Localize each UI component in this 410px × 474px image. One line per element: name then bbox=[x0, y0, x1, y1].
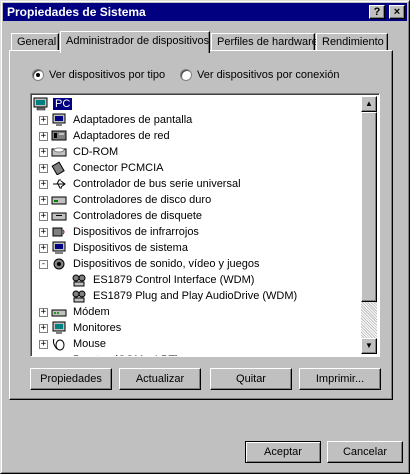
tab-hardware-profiles[interactable]: Perfiles de hardware bbox=[211, 33, 318, 51]
expand-icon[interactable]: + bbox=[39, 195, 48, 205]
tree-item-label: ES1879 Control Interface (WDM) bbox=[93, 274, 255, 286]
tree-category-row[interactable]: + Controladores de disquete bbox=[33, 208, 361, 224]
tree-category-row[interactable]: + Conector PCMCIA bbox=[33, 160, 361, 176]
tree-item-label: Puertos (COM y LPT) bbox=[71, 354, 181, 356]
floppy-controller-icon bbox=[51, 209, 67, 223]
tree-device-row[interactable]: ES1879 Control Interface (WDM) bbox=[33, 272, 361, 288]
expand-icon[interactable]: + bbox=[39, 211, 48, 221]
tree-item-label: Dispositivos de sistema bbox=[73, 242, 188, 254]
tree-item-label: Adaptadores de red bbox=[73, 130, 170, 142]
ok-button[interactable]: Aceptar bbox=[245, 441, 321, 463]
display-adapter-icon bbox=[51, 113, 67, 127]
tree-scrollbar[interactable]: ▲ ▼ bbox=[361, 96, 377, 354]
tree-item-label: Módem bbox=[73, 306, 110, 318]
view-by-type-label: Ver dispositivos por tipo bbox=[49, 69, 166, 81]
view-by-connection-option[interactable]: Ver dispositivos por conexión bbox=[180, 69, 339, 81]
tree-item-label: Dispositivos de sonido, vídeo y juegos bbox=[73, 258, 260, 270]
expand-icon[interactable]: + bbox=[39, 323, 48, 333]
expand-icon[interactable]: + bbox=[39, 243, 48, 253]
tree-root-pc[interactable]: PC bbox=[33, 96, 361, 112]
tree-category-row[interactable]: + Adaptadores de red bbox=[33, 128, 361, 144]
collapse-icon[interactable]: - bbox=[39, 259, 48, 269]
sound-video-icon bbox=[51, 257, 67, 271]
tree-item-label: CD-ROM bbox=[73, 146, 119, 158]
tree-category-row[interactable]: + Mouse bbox=[33, 336, 361, 352]
view-by-type-radio[interactable] bbox=[32, 69, 44, 81]
tree-category-row[interactable]: + Dispositivos de infrarrojos bbox=[33, 224, 361, 240]
tree-item-label: Monitores bbox=[73, 322, 122, 334]
usb-icon bbox=[51, 177, 67, 191]
tab-general[interactable]: General bbox=[11, 33, 59, 51]
tree-category-row[interactable]: + Adaptadores de pantalla bbox=[33, 112, 361, 128]
expand-icon[interactable]: + bbox=[39, 355, 48, 356]
tree-category-row[interactable]: + Monitores bbox=[33, 320, 361, 336]
tree-item-label: Mouse bbox=[73, 338, 107, 350]
device-manager-panel: Ver dispositivos por tipo Ver dispositiv… bbox=[9, 50, 393, 400]
expand-icon[interactable]: + bbox=[39, 339, 48, 349]
tree-category-row[interactable]: + Controlador de bus serie universal bbox=[33, 176, 361, 192]
help-button[interactable]: ? bbox=[369, 5, 385, 19]
expand-icon[interactable]: + bbox=[39, 163, 48, 173]
system-device-icon bbox=[51, 241, 67, 255]
computer-icon bbox=[33, 97, 49, 111]
tree-category-row[interactable]: + Dispositivos de sistema bbox=[33, 240, 361, 256]
expand-icon[interactable]: + bbox=[39, 179, 48, 189]
refresh-button[interactable]: Actualizar bbox=[119, 368, 201, 390]
tree-item-label: ES1879 Plug and Play AudioDrive (WDM) bbox=[93, 290, 298, 302]
cancel-button[interactable]: Cancelar bbox=[327, 441, 403, 463]
title-bar[interactable]: Propiedades de Sistema ? × bbox=[3, 3, 407, 21]
infrared-icon bbox=[51, 225, 67, 239]
print-button[interactable]: Imprimir... bbox=[299, 368, 381, 390]
tab-performance[interactable]: Rendimiento bbox=[316, 33, 388, 51]
hard-disk-controller-icon bbox=[51, 193, 67, 207]
pcmcia-icon bbox=[51, 161, 67, 175]
tree-category-row[interactable]: + CD-ROM bbox=[33, 144, 361, 160]
device-tree-list: PC + Adaptadores de pantalla + Adaptadores … bbox=[33, 96, 361, 356]
tree-category-row[interactable]: + Puertos (COM y LPT) bbox=[33, 352, 361, 356]
tree-root-label: PC bbox=[53, 98, 73, 110]
tree-category-row[interactable]: + Módem bbox=[33, 304, 361, 320]
mouse-icon bbox=[51, 337, 67, 351]
scroll-up-button[interactable]: ▲ bbox=[361, 96, 377, 112]
scroll-down-button[interactable]: ▼ bbox=[361, 338, 377, 354]
tab-device-manager[interactable]: Administrador de dispositivos bbox=[60, 31, 210, 53]
close-button[interactable]: × bbox=[389, 5, 405, 19]
system-properties-window: Propiedades de Sistema ? × General Admin… bbox=[0, 0, 410, 474]
tree-category-row[interactable]: - Dispositivos de sonido, vídeo y juegos bbox=[33, 256, 361, 272]
view-by-connection-label: Ver dispositivos por conexión bbox=[197, 69, 340, 81]
expand-icon[interactable]: + bbox=[39, 131, 48, 141]
tree-item-label: Conector PCMCIA bbox=[73, 162, 164, 174]
expand-icon[interactable]: + bbox=[39, 227, 48, 237]
view-by-connection-radio[interactable] bbox=[180, 69, 192, 81]
expand-icon[interactable]: + bbox=[39, 147, 48, 157]
tree-item-label: Controladores de disco duro bbox=[73, 194, 212, 206]
expand-icon[interactable]: + bbox=[39, 115, 48, 125]
device-tree[interactable]: PC + Adaptadores de pantalla + Adaptadores … bbox=[30, 93, 380, 357]
tree-item-label: Dispositivos de infrarrojos bbox=[73, 226, 199, 238]
scroll-thumb[interactable] bbox=[361, 112, 377, 302]
network-adapter-icon bbox=[51, 129, 67, 143]
view-by-type-option[interactable]: Ver dispositivos por tipo bbox=[32, 69, 165, 81]
sound-device-icon bbox=[71, 289, 87, 303]
tree-item-label: Controladores de disquete bbox=[73, 210, 203, 222]
ports-icon bbox=[51, 353, 67, 356]
window-title: Propiedades de Sistema bbox=[7, 5, 146, 19]
cdrom-icon bbox=[51, 145, 67, 159]
sound-device-icon bbox=[71, 273, 87, 287]
tree-device-row[interactable]: ES1879 Plug and Play AudioDrive (WDM) bbox=[33, 288, 361, 304]
monitor-icon bbox=[51, 321, 67, 335]
properties-button[interactable]: Propiedades bbox=[30, 368, 112, 390]
modem-icon bbox=[51, 305, 67, 319]
tree-category-row[interactable]: + Controladores de disco duro bbox=[33, 192, 361, 208]
remove-button[interactable]: Quitar bbox=[210, 368, 292, 390]
tree-item-label: Controlador de bus serie universal bbox=[73, 178, 241, 190]
tree-item-label: Adaptadores de pantalla bbox=[73, 114, 193, 126]
expand-icon[interactable]: + bbox=[39, 307, 48, 317]
